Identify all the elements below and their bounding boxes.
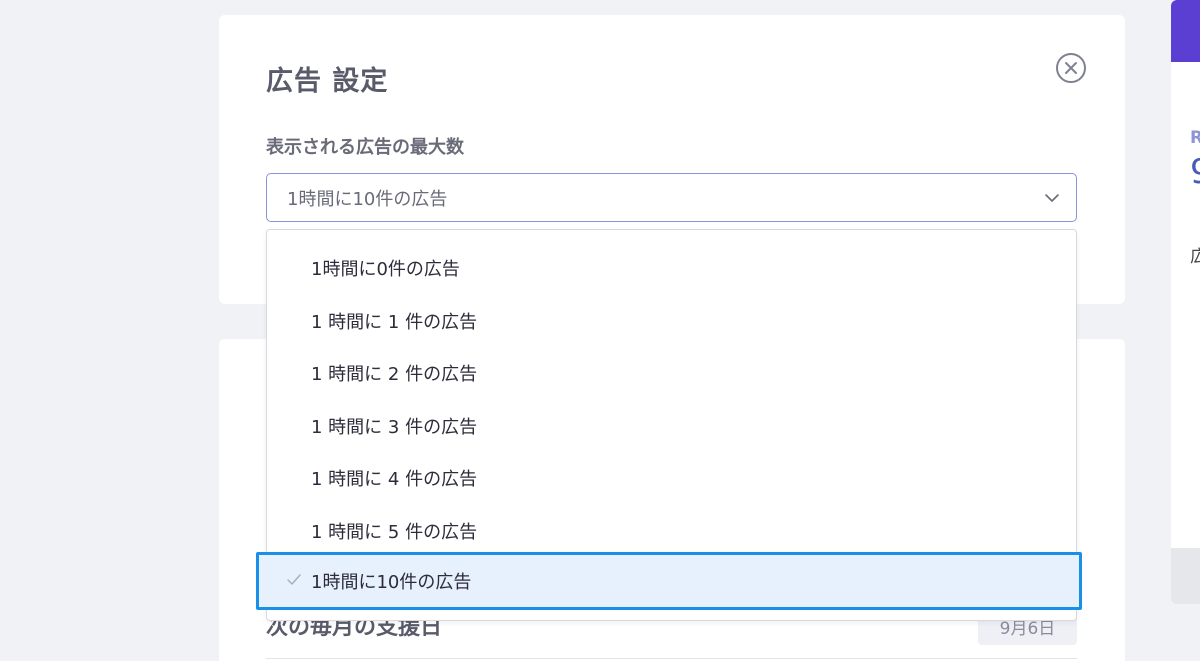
- max-ads-select[interactable]: 1時間に10件の広告: [266, 173, 1077, 222]
- check-icon: [287, 574, 301, 585]
- side-panel: R 9 広: [1171, 0, 1200, 604]
- close-circle-icon: [1065, 62, 1077, 74]
- dropdown-option[interactable]: 1 時間に 4 件の広告: [267, 452, 1076, 504]
- max-ads-label: 表示される広告の最大数: [266, 137, 464, 158]
- dropdown-option[interactable]: 1 時間に 1 件の広告: [267, 295, 1076, 347]
- side-panel-label: 広: [1190, 247, 1200, 267]
- dropdown-option[interactable]: 1 時間に 2 件の広告: [267, 347, 1076, 399]
- select-value: 1時間に10件の広告: [287, 188, 448, 210]
- divider: [266, 658, 1077, 659]
- modal-title: 広告 設定: [266, 66, 389, 97]
- side-panel-banner: [1171, 0, 1200, 62]
- option-label: 1 時間に 1 件の広告: [311, 312, 478, 333]
- dropdown-option-selected[interactable]: 1時間に10件の広告: [256, 552, 1082, 610]
- max-ads-dropdown: 1時間に0件の広告 1 時間に 1 件の広告 1 時間に 2 件の広告 1 時間…: [256, 229, 1082, 621]
- dropdown-option[interactable]: 1 時間に 5 件の広告: [267, 505, 1076, 557]
- side-panel-number: 9: [1190, 152, 1200, 192]
- side-panel-footer: [1171, 548, 1200, 604]
- dropdown-option[interactable]: 1 時間に 3 件の広告: [267, 400, 1076, 452]
- option-label: 1 時間に 4 件の広告: [311, 469, 478, 490]
- option-label: 1時間に0件の広告: [311, 259, 460, 280]
- option-label: 1時間に10件の広告: [311, 572, 472, 593]
- side-panel-letter: R: [1190, 128, 1200, 148]
- chevron-down-icon: [1045, 194, 1059, 202]
- option-label: 1 時間に 2 件の広告: [311, 364, 478, 385]
- dropdown-option[interactable]: 1時間に0件の広告: [267, 242, 1076, 294]
- option-label: 1 時間に 5 件の広告: [311, 522, 478, 543]
- close-button[interactable]: [1056, 53, 1086, 83]
- option-label: 1 時間に 3 件の広告: [311, 417, 478, 438]
